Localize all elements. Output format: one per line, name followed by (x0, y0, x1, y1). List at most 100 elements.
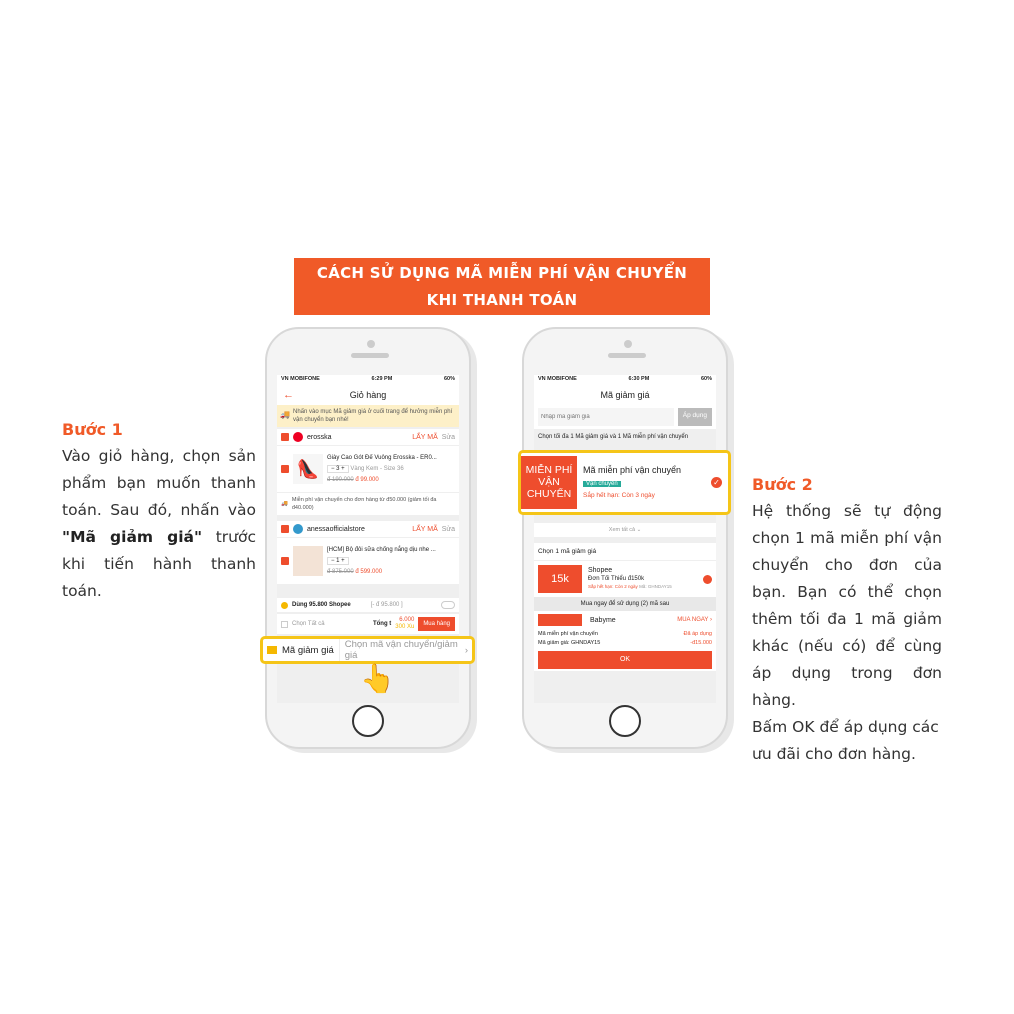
shop-name[interactable]: anessaofficialstore (307, 526, 408, 533)
header: Mã giảm giá (534, 385, 716, 405)
get-code-link[interactable]: LẤY MÃ (412, 434, 438, 441)
voucher-row[interactable]: Mã giảm giá Chọn mã vận chuyển/giảm giá … (260, 636, 475, 664)
voucher-label: Mã giảm giá (282, 644, 334, 656)
product-title[interactable]: [HCM] Bộ đôi sữa chống nắng dịu nhe ... (327, 545, 455, 556)
price: đ 99.000 (355, 476, 379, 483)
checkbox[interactable] (281, 557, 289, 565)
product-image: 👠 (293, 454, 323, 484)
hint: Chọn tối đa 1 Mã giảm giá và 1 Mã miễn p… (538, 434, 689, 440)
voucher-badge: 15k (538, 565, 582, 593)
shop-row: anessaofficialstore LẤY MÃ Sửa (277, 521, 459, 537)
shop-avatar (293, 432, 303, 442)
summary-label: Mã miễn phí vận chuyển (538, 631, 598, 637)
shipping-text: Miễn phí vận chuyển cho đơn hàng từ đ50.… (291, 497, 437, 511)
header: ← Giỏ hàng (277, 385, 459, 405)
select-all-checkbox[interactable] (281, 620, 288, 628)
coin-icon (281, 601, 288, 609)
product-title[interactable]: Giày Cao Gót Đế Vuông Erosska - ER0... (327, 453, 455, 464)
page-title: Giỏ hàng (349, 390, 387, 400)
qty-stepper[interactable]: − 3 + (327, 464, 349, 473)
status-bar: VN MOBIFONE 6:30 PM 60% (534, 375, 716, 385)
summary-row: Mã miễn phí vận chuyển Đã áp dụng (538, 630, 712, 639)
checkout-bar: Chọn Tất cả Tổng t 6.000 300 Xu Mua hàng (277, 614, 459, 634)
hand-pointer-icon: 👆 (360, 663, 395, 694)
summary-label: Mã giảm giá: GHNDAY15 (538, 640, 601, 646)
checkbox[interactable] (281, 525, 289, 533)
voucher-code: Mã: GHNDAY15 (639, 584, 672, 589)
page-title: Mã giảm giá (600, 390, 650, 400)
checkbox[interactable] (281, 433, 289, 441)
code-input[interactable] (538, 408, 674, 426)
check-icon (703, 574, 712, 584)
home-button[interactable] (609, 705, 641, 737)
qty: 3 (336, 465, 340, 472)
product-image (293, 546, 323, 576)
voucher-icon (267, 646, 277, 654)
see-all-link[interactable]: Xem tất cả ⌄ (534, 523, 716, 537)
summary-value: -đ15.000 (690, 640, 712, 646)
voucher-shop: Shopee (588, 567, 613, 574)
voucher-expiry: Sắp hết hạn: Còn 2 ngày (588, 584, 638, 589)
banner-line1: CÁCH SỬ DỤNG MÃ MIỄN PHÍ VẬN CHUYỂN (316, 264, 688, 282)
notice-text: Nhấn vào mục Mã giảm giá ở cuối trang để… (293, 409, 453, 423)
code-input-row: Áp dụng (534, 405, 716, 429)
step2-text2: Bấm OK để áp dụng các ưu đãi cho đơn hàn… (752, 718, 939, 763)
buy-button[interactable]: Mua hàng (418, 617, 455, 631)
notice: 🚚 Nhấn vào mục Mã giảm giá ở cuối trang đ… (277, 405, 459, 427)
ok-button[interactable]: OK (538, 651, 712, 669)
status-bar: VN MOBIFONE 6:29 PM 60% (277, 375, 459, 385)
speaker (351, 353, 389, 358)
battery: 60% (700, 376, 712, 382)
carrier: VN MOBIFONE (281, 376, 320, 382)
speaker (608, 353, 646, 358)
free-ship-title: Mã miễn phí vận chuyển (583, 464, 682, 475)
step1-bold: "Mã giảm giá" (62, 528, 203, 546)
voucher-item[interactable]: 15k Shopee Đơn Tối Thiểu đ150k Sắp hết hạn:… (534, 561, 716, 597)
camera (367, 340, 375, 348)
back-arrow-icon[interactable]: ← (283, 385, 294, 405)
buy-now-link[interactable]: MUA NGAY › (677, 617, 712, 623)
shop-avatar (293, 524, 303, 534)
total-label: Tổng t (372, 621, 392, 627)
banner-line2: KHI THANH TOÁN (426, 291, 578, 309)
babyme-name: Babyme (590, 616, 616, 624)
babyme-badge (538, 614, 582, 626)
apply-button[interactable]: Áp dụng (677, 408, 712, 426)
edit-link[interactable]: Sửa (442, 434, 455, 441)
free-ship-badge: MIỄN PHÍ VẬN CHUYỂN (521, 456, 577, 509)
phone-voucher: VN MOBIFONE 6:30 PM 60% Mã giảm giá Áp dụn… (522, 327, 728, 749)
free-ship-voucher[interactable]: MIỄN PHÍ VẬN CHUYỂN Mã miễn phí vận chuy… (518, 450, 731, 515)
time: 6:30 PM (628, 376, 650, 382)
summary: Mã miễn phí vận chuyển Đã áp dụng Mã giảm… (534, 629, 716, 649)
total: 6.000 (399, 617, 415, 623)
qty-stepper[interactable]: − 1 + (327, 556, 349, 565)
chevron-right-icon: › (464, 644, 468, 656)
edit-link[interactable]: Sửa (442, 526, 455, 533)
see-all-label: Xem tất cả (608, 527, 636, 533)
buy-now-label: MUA NGAY (677, 617, 709, 623)
shipping-note: 🚚 Miễn phí vận chuyển cho đơn hàng từ đ50… (277, 493, 459, 515)
title-banner: CÁCH SỬ DỤNG MÃ MIỄN PHÍ VẬN CHUYỂN KHI … (294, 258, 710, 315)
choose-one-label: Chọn 1 mã giảm giá (534, 543, 716, 560)
home-button[interactable] (352, 705, 384, 737)
checkbox[interactable] (281, 465, 289, 473)
get-code-link[interactable]: LẤY MÃ (412, 526, 438, 533)
coins-row: Dùng 95.800 Shopee [- đ 95.800 ] (277, 598, 459, 612)
xu: 300 Xu (395, 624, 415, 630)
coins-toggle[interactable] (441, 601, 455, 609)
select-all-label: Chọn Tất cả (292, 621, 325, 627)
product-row: 👠 Giày Cao Gót Đế Vuông Erosska - ER0... −… (277, 446, 459, 492)
voucher-placeholder[interactable]: Chọn mã vận chuyển/giảm giá (338, 639, 460, 661)
buy-now-hint: Mua ngay để sử dụng (2) mã sau (534, 597, 716, 611)
time: 6:29 PM (371, 376, 393, 382)
check-icon: ✓ (711, 477, 722, 488)
carrier: VN MOBIFONE (538, 376, 577, 382)
camera (624, 340, 632, 348)
shop-name[interactable]: erosska (307, 434, 408, 441)
product-row: [HCM] Bộ đôi sữa chống nắng dịu nhe ... −… (277, 538, 459, 584)
step2-title: Bước 2 (752, 475, 813, 494)
variant[interactable]: Vàng Kem - Size 36 (350, 466, 403, 472)
step1-text: Vào giỏ hàng, chọn sản phẩm bạn muốn tha… (62, 447, 256, 519)
voucher-min: Đơn Tối Thiểu đ150k (588, 576, 645, 582)
battery: 60% (443, 376, 455, 382)
